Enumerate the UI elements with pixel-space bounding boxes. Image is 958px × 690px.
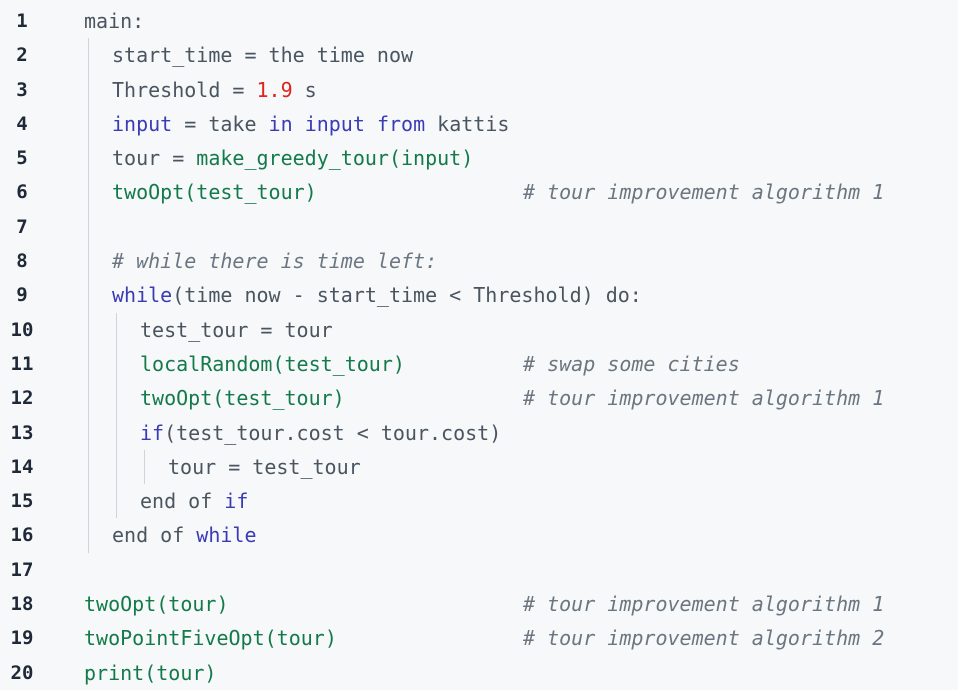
line-number: 3	[16, 78, 28, 101]
line-number: 17	[10, 558, 34, 581]
code-token: from	[376, 111, 426, 136]
code-token: # while there is time left:	[112, 249, 438, 274]
indent-guide	[88, 38, 89, 553]
code-line: 2 start_time = the time now	[0, 38, 958, 72]
code-token: tour =	[112, 146, 197, 171]
code-token: make_greedy_tour(input)	[196, 146, 474, 171]
code-token: 1.9	[256, 77, 293, 102]
code-token: = take	[172, 111, 269, 136]
code-token: test_tour = tour	[140, 317, 333, 342]
code-line: 4 input = take in input from kattis	[0, 107, 958, 141]
code-comment: # tour improvement algorithm 2	[523, 626, 885, 651]
code-line: 10 test_tour = tour	[0, 313, 958, 347]
line-number: 14	[10, 455, 34, 478]
code-text: tour = test_tour	[168, 450, 361, 484]
code-token: start_time = the time now	[112, 43, 414, 68]
code-token: twoPointFiveOpt(tour)	[84, 626, 337, 651]
code-token: in	[268, 111, 293, 136]
code-line: 19 twoPointFiveOpt(tour) # tour improvemen…	[0, 621, 958, 655]
code-text: localRandom(test_tour)	[140, 347, 405, 381]
code-line: 18 twoOpt(tour) # tour improvement algorit…	[0, 587, 958, 621]
code-line: 13 if(test_tour.cost < tour.cost)	[0, 416, 958, 450]
code-comment: # tour improvement algorithm 1	[523, 592, 885, 617]
line-number: 13	[10, 421, 34, 444]
code-text: test_tour = tour	[140, 313, 333, 347]
code-line: 15 end of if	[0, 484, 958, 518]
code-comment: # tour improvement algorithm 1	[523, 180, 885, 205]
indent-guide	[144, 449, 145, 485]
code-line: 16 end of while	[0, 518, 958, 552]
code-token: input	[304, 111, 365, 136]
code-token: while	[196, 523, 257, 548]
code-text: twoOpt(test_tour)	[140, 381, 345, 415]
line-number: 20	[10, 661, 34, 684]
code-line: 9 while(time now - start_time < Threshold…	[0, 278, 958, 312]
code-token: while	[112, 283, 173, 308]
code-line: 12 twoOpt(test_tour) # tour improvement al…	[0, 381, 958, 415]
code-line: 3 Threshold = 1.9 s	[0, 73, 958, 107]
line-number: 1	[16, 10, 28, 32]
line-number: 11	[10, 352, 34, 375]
line-number: 7	[16, 215, 28, 238]
code-token: input	[112, 111, 173, 136]
code-text: twoOpt(test_tour)	[112, 175, 317, 209]
code-token: end of	[140, 489, 225, 514]
code-line: 17	[0, 553, 958, 587]
code-line: 8 # while there is time left:	[0, 244, 958, 278]
line-number: 9	[16, 284, 28, 307]
line-number: 4	[16, 112, 28, 135]
code-token: print(tour)	[84, 660, 217, 685]
code-token: Threshold =	[112, 77, 257, 102]
code-line: 20 print(tour)	[0, 656, 958, 690]
code-line: 6 twoOpt(test_tour) # tour improvement alg…	[0, 175, 958, 209]
code-comment: # swap some cities	[523, 351, 740, 376]
code-token: twoOpt(tour)	[84, 592, 229, 617]
line-number: 5	[16, 147, 28, 170]
line-number: 12	[10, 387, 34, 410]
code-text: print(tour)	[84, 656, 216, 690]
code-text: # while there is time left:	[112, 244, 437, 278]
code-token: s	[292, 77, 317, 102]
code-token: if	[140, 420, 165, 445]
code-token: twoOpt(test_tour)	[112, 180, 317, 205]
code-line: 11 localRandom(test_tour) # swap some citi…	[0, 347, 958, 381]
line-number: 18	[10, 593, 34, 616]
line-number: 19	[10, 627, 34, 650]
code-text: twoPointFiveOpt(tour)	[84, 621, 337, 655]
code-line: 1 main:	[0, 4, 958, 38]
code-line: 5 tour = make_greedy_tour(input)	[0, 141, 958, 175]
code-token: end of	[112, 523, 197, 548]
code-editor: 1 main: 2 start_time = the time now 3 Thresho…	[0, 0, 958, 690]
code-text: Threshold = 1.9 s	[112, 73, 317, 107]
code-token: if	[224, 489, 249, 514]
code-text: input = take in input from kattis	[112, 107, 509, 141]
line-number: 8	[16, 250, 28, 273]
line-number: 16	[10, 524, 34, 547]
code-text: main:	[84, 4, 144, 38]
code-text: end of while	[112, 518, 257, 552]
code-text: tour = make_greedy_tour(input)	[112, 141, 473, 175]
line-number: 2	[16, 44, 28, 67]
code-token: (time now - start_time < Threshold) do:	[172, 283, 642, 308]
code-token: kattis	[425, 111, 510, 136]
line-number: 15	[10, 490, 34, 513]
code-text: start_time = the time now	[112, 38, 413, 72]
code-text: if(test_tour.cost < tour.cost)	[140, 416, 501, 450]
code-text: end of if	[140, 484, 248, 518]
indent-guide	[116, 312, 117, 519]
code-comment: # tour improvement algorithm 1	[523, 386, 885, 411]
code-token: twoOpt(test_tour)	[140, 386, 345, 411]
code-text: twoOpt(tour)	[84, 587, 229, 621]
code-token: tour = test_tour	[168, 454, 361, 479]
code-text: while(time now - start_time < Threshold)…	[112, 278, 642, 312]
code-token: (test_tour.cost < tour.cost)	[164, 420, 502, 445]
code-token: localRandom(test_tour)	[140, 351, 405, 376]
code-token: main:	[84, 9, 145, 33]
line-number: 6	[16, 181, 28, 204]
code-line: 7	[0, 210, 958, 244]
line-number: 10	[10, 318, 34, 341]
